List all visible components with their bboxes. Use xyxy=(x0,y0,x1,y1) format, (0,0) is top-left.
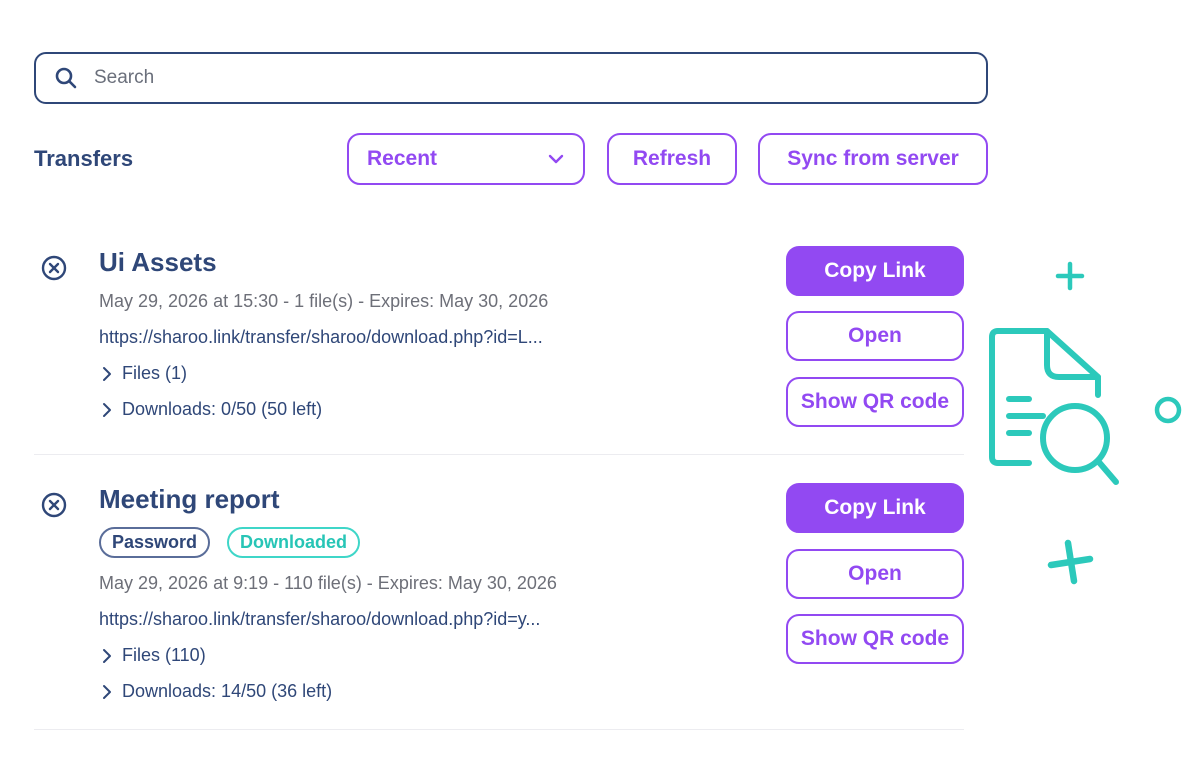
chevron-right-icon xyxy=(99,684,115,700)
sparkle-circle-icon xyxy=(1154,396,1182,424)
copy-link-button[interactable]: Copy Link xyxy=(786,246,964,296)
transfer-item: Meeting report Password Downloaded May 2… xyxy=(34,477,964,730)
document-search-icon xyxy=(989,261,1182,585)
downloads-label: Downloads: 14/50 (36 left) xyxy=(122,681,333,701)
copy-link-button[interactable]: Copy Link xyxy=(786,483,964,533)
search-icon xyxy=(54,66,78,90)
chevron-right-icon xyxy=(99,648,115,664)
remove-circle-icon[interactable] xyxy=(40,491,68,519)
downloads-label: Downloads: 0/50 (50 left) xyxy=(122,399,323,419)
divider xyxy=(34,729,964,730)
search-input[interactable] xyxy=(94,67,914,89)
open-button[interactable]: Open xyxy=(786,549,964,599)
open-button[interactable]: Open xyxy=(786,311,964,361)
magnifier-icon xyxy=(1040,403,1119,485)
sparkle-plus-icon xyxy=(1055,261,1085,291)
transfer-meta: May 29, 2026 at 15:30 - 1 file(s) - Expi… xyxy=(99,291,549,311)
page-title: Transfers xyxy=(34,146,134,171)
chevron-down-icon xyxy=(547,150,565,168)
transfer-title: Meeting report xyxy=(99,484,280,514)
search-bar[interactable] xyxy=(34,52,988,104)
files-label: Files (110) xyxy=(122,645,206,665)
transfer-title: Ui Assets xyxy=(99,247,217,277)
transfer-url: https://sharoo.link/transfer/sharoo/down… xyxy=(99,609,541,629)
password-badge: Password xyxy=(99,527,211,558)
filter-select-value: Recent xyxy=(367,147,438,170)
downloads-expander[interactable]: Downloads: 0/50 (50 left) xyxy=(99,399,322,420)
divider xyxy=(34,454,964,455)
files-expander[interactable]: Files (1) xyxy=(99,363,187,384)
transfer-url: https://sharoo.link/transfer/sharoo/down… xyxy=(99,327,543,347)
files-expander[interactable]: Files (110) xyxy=(99,645,206,666)
files-label: Files (1) xyxy=(122,363,188,383)
filter-select[interactable]: Recent xyxy=(347,133,585,185)
sparkle-plus-icon xyxy=(1047,539,1094,585)
chevron-right-icon xyxy=(99,366,115,382)
show-qr-code-button[interactable]: Show QR code xyxy=(786,614,964,664)
transfer-item: Ui Assets May 29, 2026 at 15:30 - 1 file… xyxy=(34,240,964,455)
downloaded-badge: Downloaded xyxy=(227,527,360,558)
chevron-right-icon xyxy=(99,402,115,418)
sync-from-server-button[interactable]: Sync from server xyxy=(758,133,988,185)
transfer-meta: May 29, 2026 at 9:19 - 110 file(s) - Exp… xyxy=(99,573,557,593)
refresh-button[interactable]: Refresh xyxy=(607,133,737,185)
show-qr-code-button[interactable]: Show QR code xyxy=(786,377,964,427)
remove-circle-icon[interactable] xyxy=(40,254,68,282)
downloads-expander[interactable]: Downloads: 14/50 (36 left) xyxy=(99,681,332,702)
